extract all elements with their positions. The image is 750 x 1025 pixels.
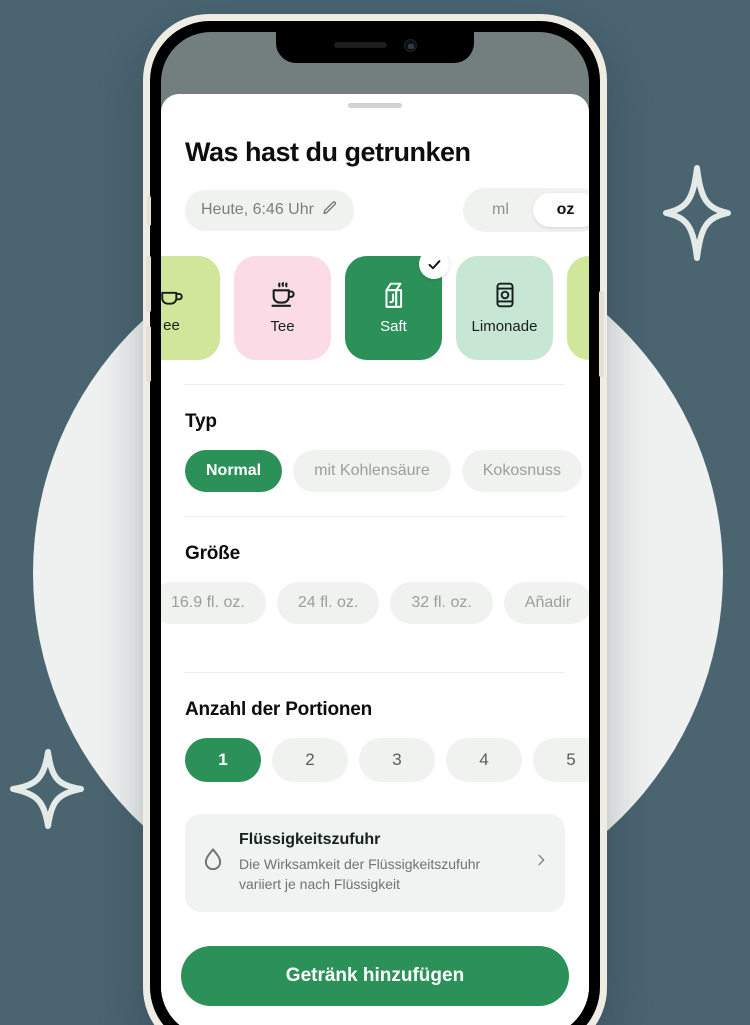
silent-switch[interactable] <box>147 196 151 226</box>
datetime-chip[interactable]: Heute, 6:46 Uhr <box>185 189 354 231</box>
drink-card-saft[interactable]: Saft <box>345 256 449 360</box>
drink-card-label: Saft <box>380 318 407 335</box>
coffee-cup-icon <box>161 282 185 308</box>
phone-screen: Was hast du getrunken Heute, 6:46 Uhr ml… <box>161 32 589 1025</box>
groesse-chip-16-9[interactable]: 16.9 fl. oz. <box>161 582 266 624</box>
drink-card-tee[interactable]: Tee <box>234 256 331 360</box>
water-drop-icon <box>201 847 225 878</box>
portionen-chip-5[interactable]: 5 <box>533 738 589 782</box>
groesse-chip-anadir[interactable]: Añadir <box>503 582 589 624</box>
portionen-chip-3[interactable]: 3 <box>359 738 435 782</box>
chevron-right-icon <box>533 852 549 873</box>
volume-up-button[interactable] <box>146 256 151 312</box>
groesse-chip-group[interactable]: . 16.9 fl. oz. 24 fl. oz. 32 fl. oz. Aña… <box>161 582 589 624</box>
typ-chip-kokosnuss[interactable]: Kokosnuss <box>461 450 583 492</box>
typ-chip-group[interactable]: Normal mit Kohlensäure Kokosnuss <box>185 450 583 492</box>
unit-option-ml[interactable]: ml <box>468 193 533 227</box>
drink-card-label: Tee <box>270 318 295 335</box>
volume-down-button[interactable] <box>146 326 151 382</box>
meta-row: Heute, 6:46 Uhr ml oz <box>185 188 589 232</box>
portionen-chip-2[interactable]: 2 <box>272 738 348 782</box>
hydration-info-text: Flüssigkeitszufuhr Die Wirksamkeit der F… <box>239 831 519 895</box>
unit-option-oz[interactable]: oz <box>533 193 589 227</box>
hydration-info-card[interactable]: Flüssigkeitszufuhr Die Wirksamkeit der F… <box>185 814 565 912</box>
hydration-info-title: Flüssigkeitszufuhr <box>239 831 381 848</box>
notch <box>276 32 474 63</box>
front-camera-icon <box>403 38 417 52</box>
drink-card-label: Limonade <box>471 318 538 335</box>
divider <box>185 384 565 385</box>
sheet-drag-handle[interactable] <box>348 103 402 108</box>
typ-chip-kohlensaeure[interactable]: mit Kohlensäure <box>293 450 451 492</box>
groesse-chip-32[interactable]: 32 fl. oz. <box>390 582 493 624</box>
phone-bezel: Was hast du getrunken Heute, 6:46 Uhr ml… <box>146 21 604 1025</box>
bottom-sheet: Was hast du getrunken Heute, 6:46 Uhr ml… <box>161 94 589 1025</box>
drink-carousel[interactable]: ee Tee Saft Limonade <box>161 256 589 360</box>
portionen-chip-1[interactable]: 1 <box>185 738 261 782</box>
unit-toggle[interactable]: ml oz <box>463 188 589 232</box>
phone-device: Was hast du getrunken Heute, 6:46 Uhr ml… <box>143 14 607 1025</box>
portionen-chip-group[interactable]: 1 2 3 4 5 <box>185 738 589 782</box>
drink-card-kaffee[interactable]: ee <box>161 256 220 360</box>
section-heading-typ: Typ <box>185 411 217 432</box>
power-button[interactable] <box>599 291 604 377</box>
section-heading-portionen: Anzahl der Portionen <box>185 699 373 720</box>
add-drink-button[interactable]: Getränk hinzufügen <box>181 946 569 1006</box>
portionen-chip-4[interactable]: 4 <box>446 738 522 782</box>
section-heading-groesse: Größe <box>185 543 240 564</box>
drink-card-limonade[interactable]: Limonade <box>456 256 553 360</box>
groesse-chip-24[interactable]: 24 fl. oz. <box>276 582 380 624</box>
hydration-info-description: Die Wirksamkeit der Flüssigkeitszufuhr v… <box>239 856 481 893</box>
selected-check-icon <box>419 256 449 279</box>
divider <box>185 516 565 517</box>
drink-card-label: ee <box>163 317 180 334</box>
typ-chip-normal[interactable]: Normal <box>185 450 283 492</box>
datetime-label: Heute, 6:46 Uhr <box>201 201 314 218</box>
soda-can-icon <box>493 281 517 309</box>
page-title: Was hast du getrunken <box>185 137 471 167</box>
sparkle-decoration-right <box>662 165 732 261</box>
speaker-grille-icon <box>333 42 387 48</box>
sparkle-decoration-left <box>8 748 86 830</box>
tea-cup-icon <box>269 281 297 309</box>
cta-container: Getränk hinzufügen <box>161 934 589 1025</box>
drink-card-alkohol[interactable]: Alc <box>567 256 589 360</box>
juice-carton-icon <box>381 281 407 309</box>
scene: Was hast du getrunken Heute, 6:46 Uhr ml… <box>0 0 750 1025</box>
pencil-icon <box>322 200 338 221</box>
divider <box>185 672 565 673</box>
